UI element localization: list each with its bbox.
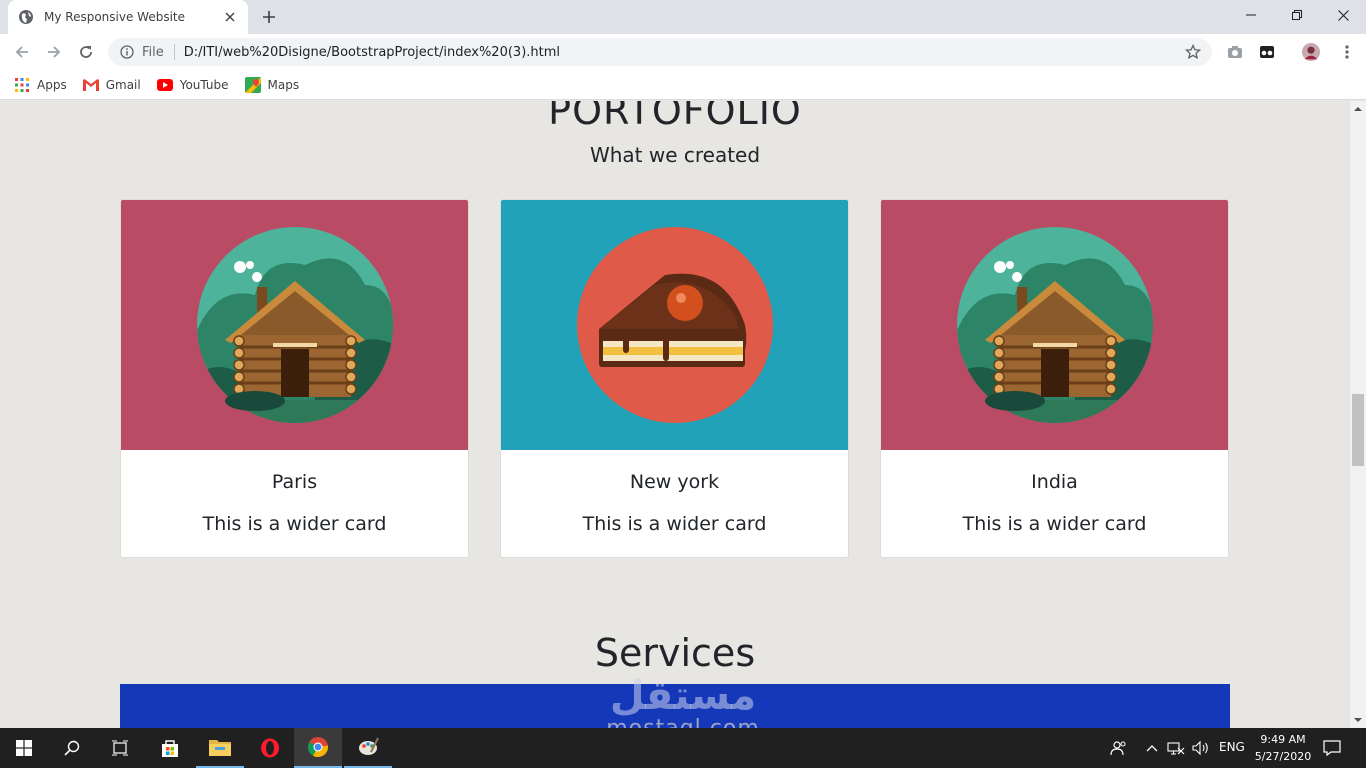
minimize-window-button[interactable]	[1228, 0, 1274, 30]
restore-window-button[interactable]	[1274, 0, 1320, 30]
card-title: Paris	[271, 471, 318, 493]
card-title: India	[1031, 471, 1078, 493]
glasses-extension-icon[interactable]	[1258, 43, 1276, 61]
camera-extension-icon[interactable]	[1226, 43, 1244, 61]
reload-button[interactable]	[74, 40, 98, 64]
windows-taskbar: ENG 9:49 AM 5/27/2020	[0, 728, 1366, 768]
speaker-volume-icon[interactable]	[1191, 738, 1211, 758]
services-heading: Services	[594, 631, 756, 675]
input-language-indicator[interactable]: ENG	[1219, 740, 1245, 754]
action-center-icon[interactable]	[1322, 738, 1342, 758]
people-icon[interactable]	[1108, 738, 1128, 758]
gmail-icon	[82, 77, 99, 93]
apps-grid-icon	[14, 77, 30, 93]
new-tab-button[interactable]	[258, 7, 280, 27]
network-disconnected-icon[interactable]	[1166, 738, 1186, 758]
forward-button[interactable]	[42, 40, 66, 64]
microsoft-store-icon[interactable]	[146, 728, 194, 768]
youtube-icon	[156, 77, 173, 93]
bookmark-star-icon[interactable]	[1184, 43, 1202, 61]
close-tab-icon[interactable]	[222, 9, 238, 25]
globe-icon	[18, 9, 34, 25]
scroll-up-arrow-icon[interactable]	[1354, 105, 1362, 113]
portfolio-card-paris[interactable]: Paris This is a wider card	[120, 199, 469, 558]
bookmark-gmail[interactable]: Gmail	[82, 77, 141, 93]
browser-tab-strip: My Responsive Website	[0, 0, 1366, 34]
portfolio-card-new-york[interactable]: New york This is a wider card	[500, 199, 849, 558]
url-text[interactable]: D:/ITI/web%20Disigne/BootstrapProject/in…	[184, 45, 1184, 60]
file-explorer-icon[interactable]	[196, 728, 244, 768]
search-icon[interactable]	[48, 728, 96, 768]
log-cabin-illustration	[881, 200, 1228, 450]
omnibox-divider	[173, 44, 175, 60]
bookmark-maps[interactable]: Maps	[244, 76, 300, 93]
log-cabin-illustration	[121, 200, 468, 450]
scroll-down-arrow-icon[interactable]	[1354, 716, 1362, 724]
windows-start-button[interactable]	[0, 728, 48, 768]
scrollbar-thumb[interactable]	[1352, 394, 1364, 466]
portfolio-heading: PORTOFOLIO	[548, 101, 802, 133]
opera-browser-icon[interactable]	[246, 728, 294, 768]
chevron-up-icon[interactable]	[1142, 738, 1162, 758]
paint-app-icon[interactable]	[344, 728, 392, 768]
bookmark-label: Maps	[267, 77, 300, 92]
page-scrollbar[interactable]	[1350, 101, 1366, 728]
maps-icon	[244, 76, 261, 93]
bookmark-label: Gmail	[105, 77, 141, 92]
bookmark-label: Apps	[37, 77, 67, 92]
services-section-banner	[120, 684, 1230, 728]
card-title: New york	[629, 471, 720, 493]
browser-toolbar: File D:/ITI/web%20Disigne/BootstrapProje…	[0, 34, 1366, 70]
taskbar-clock[interactable]: 9:49 AM 5/27/2020	[1254, 731, 1312, 765]
card-text: This is a wider card	[582, 513, 767, 535]
back-button[interactable]	[10, 40, 34, 64]
portfolio-card-india[interactable]: India This is a wider card	[880, 199, 1229, 558]
chrome-browser-icon[interactable]	[294, 728, 342, 768]
profile-avatar[interactable]	[1302, 43, 1320, 61]
page-viewport: PORTOFOLIO What we created Paris This is…	[0, 101, 1350, 728]
address-bar[interactable]: File D:/ITI/web%20Disigne/BootstrapProje…	[108, 38, 1212, 66]
clock-time: 9:49 AM	[1260, 733, 1306, 746]
cake-slice-illustration	[501, 200, 848, 450]
bookmarks-bar: Apps Gmail YouTube Maps	[0, 70, 1366, 100]
card-text: This is a wider card	[202, 513, 387, 535]
task-view-icon[interactable]	[96, 728, 144, 768]
browser-tab-active[interactable]: My Responsive Website	[8, 0, 248, 34]
bookmark-label: YouTube	[179, 77, 229, 92]
more-menu-icon[interactable]	[1338, 43, 1356, 61]
info-icon[interactable]	[120, 45, 134, 59]
card-text: This is a wider card	[962, 513, 1147, 535]
bookmark-youtube[interactable]: YouTube	[156, 77, 229, 93]
tab-title: My Responsive Website	[44, 10, 185, 24]
close-window-button[interactable]	[1320, 0, 1366, 30]
clock-date: 5/27/2020	[1254, 750, 1312, 763]
scheme-label: File	[142, 44, 164, 60]
bookmark-apps[interactable]: Apps	[14, 77, 67, 93]
portfolio-subheading: What we created	[589, 143, 761, 167]
